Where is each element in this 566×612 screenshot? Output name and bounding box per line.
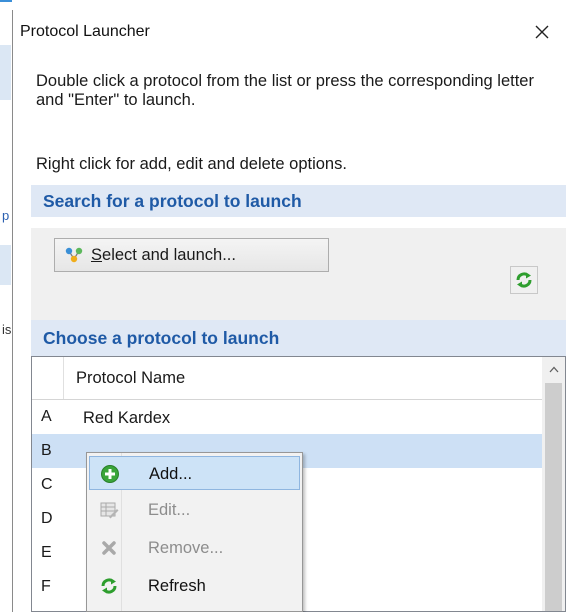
- hint-text: Right click for add, edit and delete opt…: [36, 155, 347, 173]
- chevron-up-icon: [549, 366, 558, 372]
- refresh-icon: [99, 576, 119, 596]
- context-menu: Add... Edit... Remove... Refresh: [86, 452, 303, 612]
- search-section-body: Select and launch...: [31, 228, 566, 320]
- edit-icon: [99, 500, 119, 520]
- add-icon: [100, 464, 120, 484]
- grid-header: Protocol Name: [32, 357, 542, 400]
- background-panel-fragment: [0, 45, 11, 100]
- menu-item-label: Add...: [149, 465, 193, 483]
- row-selector-column-header: [32, 357, 64, 399]
- protocol-name: Red Kardex: [83, 409, 171, 427]
- title-bar: Protocol Launcher: [13, 10, 566, 54]
- select-and-launch-label-rest: elect and launch...: [102, 245, 236, 264]
- background-window-accent-line: [0, 0, 12, 2]
- select-and-launch-accelerator: S: [91, 245, 103, 264]
- dialog-title: Protocol Launcher: [20, 23, 150, 40]
- refresh-protocols-button[interactable]: [510, 266, 538, 294]
- menu-item-label: Refresh: [148, 577, 206, 595]
- background-panel-fragment: [0, 245, 11, 285]
- vertical-scrollbar[interactable]: [542, 357, 565, 611]
- row-letter: D: [41, 510, 53, 527]
- menu-item-remove[interactable]: Remove...: [89, 531, 300, 565]
- table-row[interactable]: A Red Kardex: [32, 400, 542, 434]
- menu-item-refresh[interactable]: Refresh: [89, 569, 300, 603]
- scroll-up-button[interactable]: [542, 357, 565, 381]
- menu-item-add[interactable]: Add...: [89, 456, 300, 490]
- row-letter: A: [41, 408, 52, 425]
- background-text-fragment: p: [2, 208, 10, 223]
- select-and-launch-button[interactable]: Select and launch...: [54, 238, 329, 272]
- row-letter: C: [41, 476, 53, 493]
- close-icon: [535, 25, 549, 39]
- protocol-name-column-header[interactable]: Protocol Name: [76, 369, 185, 388]
- instructions-text: Double click a protocol from the list or…: [36, 72, 534, 109]
- close-button[interactable]: [518, 10, 566, 54]
- menu-item-label: Remove...: [148, 539, 224, 557]
- row-letter: B: [41, 442, 52, 459]
- select-and-launch-label: Select and launch...: [91, 246, 236, 265]
- menu-item-edit[interactable]: Edit...: [89, 493, 300, 527]
- remove-icon: [99, 538, 119, 558]
- row-letter: F: [41, 578, 51, 595]
- row-letter: E: [41, 544, 52, 561]
- refresh-icon: [516, 272, 532, 288]
- scrollbar-thumb[interactable]: [545, 383, 562, 611]
- choose-section-header: Choose a protocol to launch: [31, 320, 566, 356]
- background-text-fragment: is: [2, 322, 12, 337]
- menu-item-label: Edit...: [148, 501, 191, 519]
- background-window-edge: p is: [0, 0, 12, 612]
- search-section-header: Search for a protocol to launch: [31, 185, 566, 217]
- molecule-icon: [65, 247, 83, 263]
